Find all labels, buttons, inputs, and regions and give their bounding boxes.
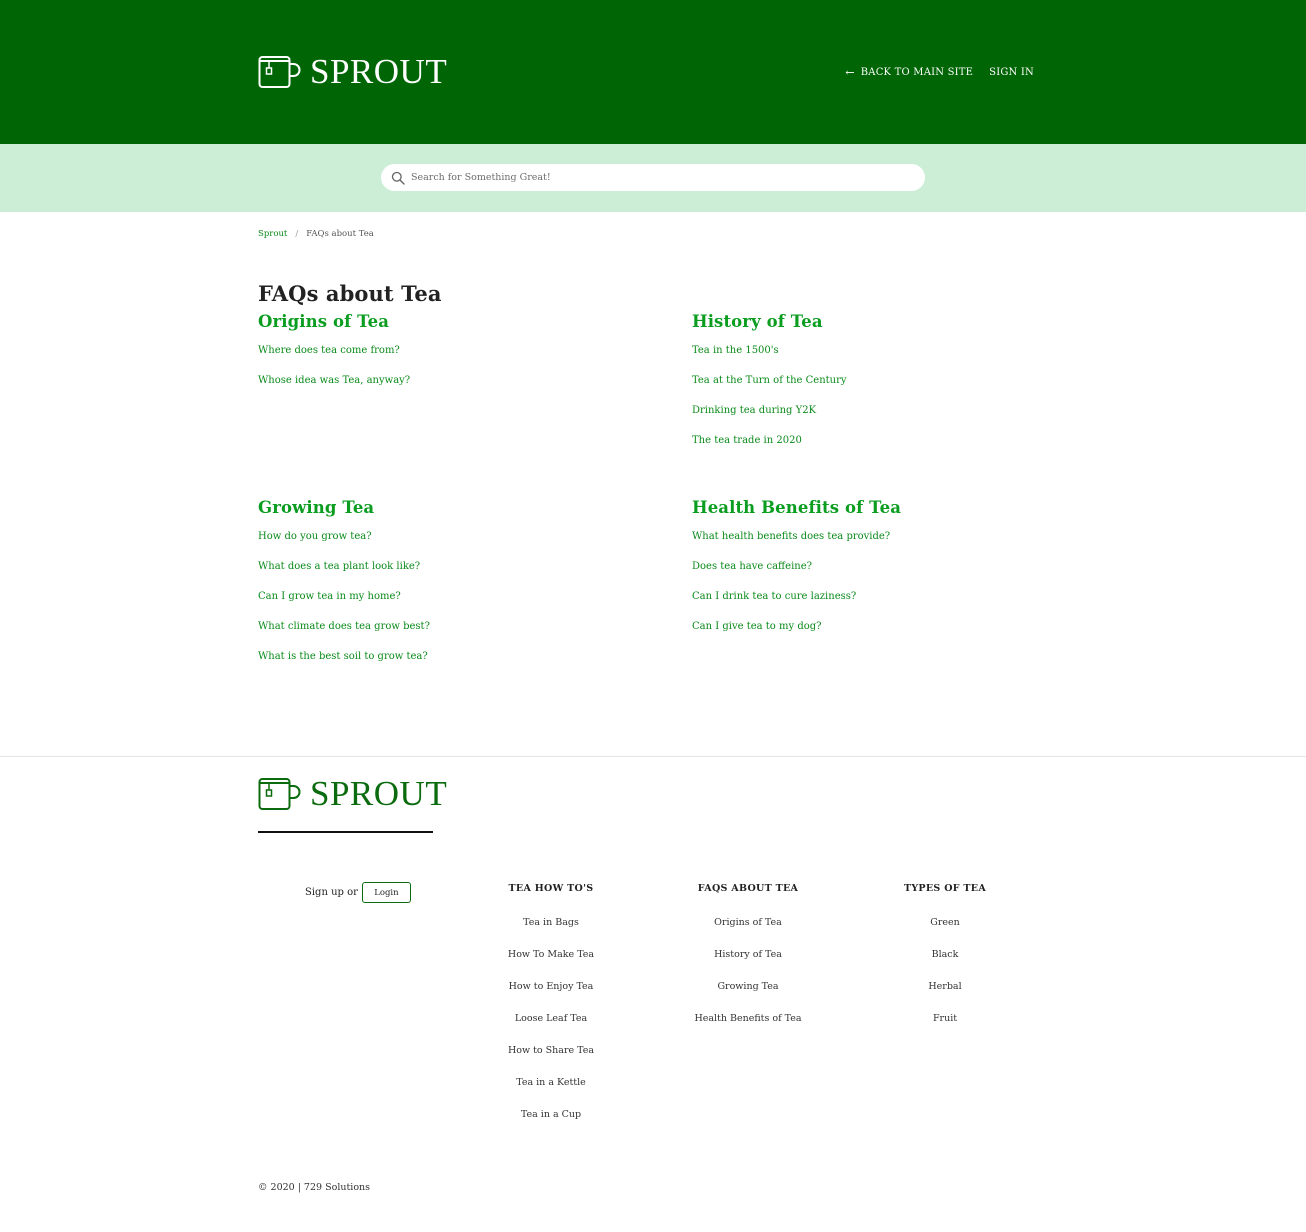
search-icon — [391, 171, 405, 185]
section-title[interactable]: History of Tea — [692, 313, 1092, 331]
site-header: SPROUT ← BACK TO MAIN SITE SIGN IN — [0, 0, 1306, 144]
brand-name: SPROUT — [310, 774, 448, 813]
article-link[interactable]: Whose idea was Tea, anyway? — [258, 375, 658, 405]
section-history-of-tea: History of Tea Tea in the 1500's Tea at … — [692, 313, 1092, 465]
article-link[interactable]: The tea trade in 2020 — [692, 435, 1092, 465]
sign-in-link[interactable]: SIGN IN — [989, 67, 1034, 78]
section-health-benefits-of-tea: Health Benefits of Tea What health benef… — [692, 499, 1092, 651]
article-link[interactable]: Does tea have caffeine? — [692, 561, 1092, 591]
section-title[interactable]: Health Benefits of Tea — [692, 499, 1092, 517]
article-link[interactable]: Can I grow tea in my home? — [258, 591, 658, 621]
footer-column-heading: FAQS ABOUT TEA — [697, 883, 799, 894]
back-to-main-site-label: BACK TO MAIN SITE — [860, 67, 974, 78]
copyright: © 2020 | 729 Solutions — [258, 1182, 371, 1193]
footer-link[interactable]: How to Enjoy Tea — [471, 981, 631, 1013]
section-title[interactable]: Origins of Tea — [258, 313, 658, 331]
footer-link[interactable]: Green — [865, 917, 1025, 949]
article-link[interactable]: Can I drink tea to cure laziness? — [692, 591, 1092, 621]
footer-link[interactable]: Tea in a Kettle — [471, 1077, 631, 1109]
page-title: FAQs about Tea — [258, 281, 442, 306]
header-logo[interactable]: SPROUT — [258, 54, 447, 89]
section-link-list: What health benefits does tea provide? D… — [692, 531, 1092, 651]
arrow-left-icon: ← — [845, 66, 855, 79]
footer-logo-underline — [258, 831, 433, 833]
header-nav: ← BACK TO MAIN SITE SIGN IN — [845, 67, 1034, 78]
article-link[interactable]: What does a tea plant look like? — [258, 561, 658, 591]
signup-area: Sign up or Login — [305, 882, 411, 903]
brand-name: SPROUT — [310, 52, 448, 91]
footer-column-heading: TYPES OF TEA — [903, 883, 986, 894]
footer-column-heading: TEA HOW TO'S — [508, 883, 594, 894]
footer-divider — [0, 756, 1306, 757]
footer-link[interactable]: Herbal — [865, 981, 1025, 1013]
article-link[interactable]: What is the best soil to grow tea? — [258, 651, 658, 681]
breadcrumb-current: FAQs about Tea — [306, 229, 374, 239]
breadcrumb: Sprout / FAQs about Tea — [258, 229, 374, 239]
section-link-list: How do you grow tea? What does a tea pla… — [258, 531, 658, 681]
footer-column-tea-how-tos: TEA HOW TO'S Tea in Bags How To Make Tea… — [471, 883, 631, 1141]
breadcrumb-home-link[interactable]: Sprout — [258, 229, 287, 239]
article-link[interactable]: Can I give tea to my dog? — [692, 621, 1092, 651]
tea-cup-icon — [258, 55, 301, 88]
article-link[interactable]: What climate does tea grow best? — [258, 621, 658, 651]
tea-cup-icon — [258, 777, 301, 810]
sign-in-label: SIGN IN — [989, 67, 1034, 78]
footer-link[interactable]: History of Tea — [668, 949, 828, 981]
footer-column-types-of-tea: TYPES OF TEA Green Black Herbal Fruit — [865, 883, 1025, 1045]
article-link[interactable]: What health benefits does tea provide? — [692, 531, 1092, 561]
footer-link[interactable]: Tea in a Cup — [471, 1109, 631, 1141]
footer-link[interactable]: Fruit — [865, 1013, 1025, 1045]
search-input[interactable] — [411, 172, 891, 183]
footer-link[interactable]: Growing Tea — [668, 981, 828, 1013]
footer-link[interactable]: Origins of Tea — [668, 917, 828, 949]
article-link[interactable]: Drinking tea during Y2K — [692, 405, 1092, 435]
article-link[interactable]: Tea in the 1500's — [692, 345, 1092, 375]
search-box[interactable] — [381, 164, 925, 191]
footer-link[interactable]: Health Benefits of Tea — [668, 1013, 828, 1045]
login-button[interactable]: Login — [361, 882, 411, 903]
footer-link[interactable]: How to Share Tea — [471, 1045, 631, 1077]
article-link[interactable]: Where does tea come from? — [258, 345, 658, 375]
breadcrumb-separator: / — [295, 229, 299, 239]
signup-text[interactable]: Sign up or — [305, 887, 358, 898]
footer-column-faqs-about-tea: FAQS ABOUT TEA Origins of Tea History of… — [668, 883, 828, 1045]
article-link[interactable]: Tea at the Turn of the Century — [692, 375, 1092, 405]
footer-logo[interactable]: SPROUT — [258, 776, 447, 811]
section-origins-of-tea: Origins of Tea Where does tea come from?… — [258, 313, 658, 405]
section-title[interactable]: Growing Tea — [258, 499, 658, 517]
search-band — [0, 144, 1306, 212]
footer-link[interactable]: Loose Leaf Tea — [471, 1013, 631, 1045]
section-link-list: Where does tea come from? Whose idea was… — [258, 345, 658, 405]
section-link-list: Tea in the 1500's Tea at the Turn of the… — [692, 345, 1092, 465]
article-link[interactable]: How do you grow tea? — [258, 531, 658, 561]
footer-link[interactable]: Tea in Bags — [471, 917, 631, 949]
back-to-main-site-link[interactable]: ← BACK TO MAIN SITE — [845, 67, 973, 78]
section-growing-tea: Growing Tea How do you grow tea? What do… — [258, 499, 658, 681]
footer-link[interactable]: How To Make Tea — [471, 949, 631, 981]
footer-link[interactable]: Black — [865, 949, 1025, 981]
